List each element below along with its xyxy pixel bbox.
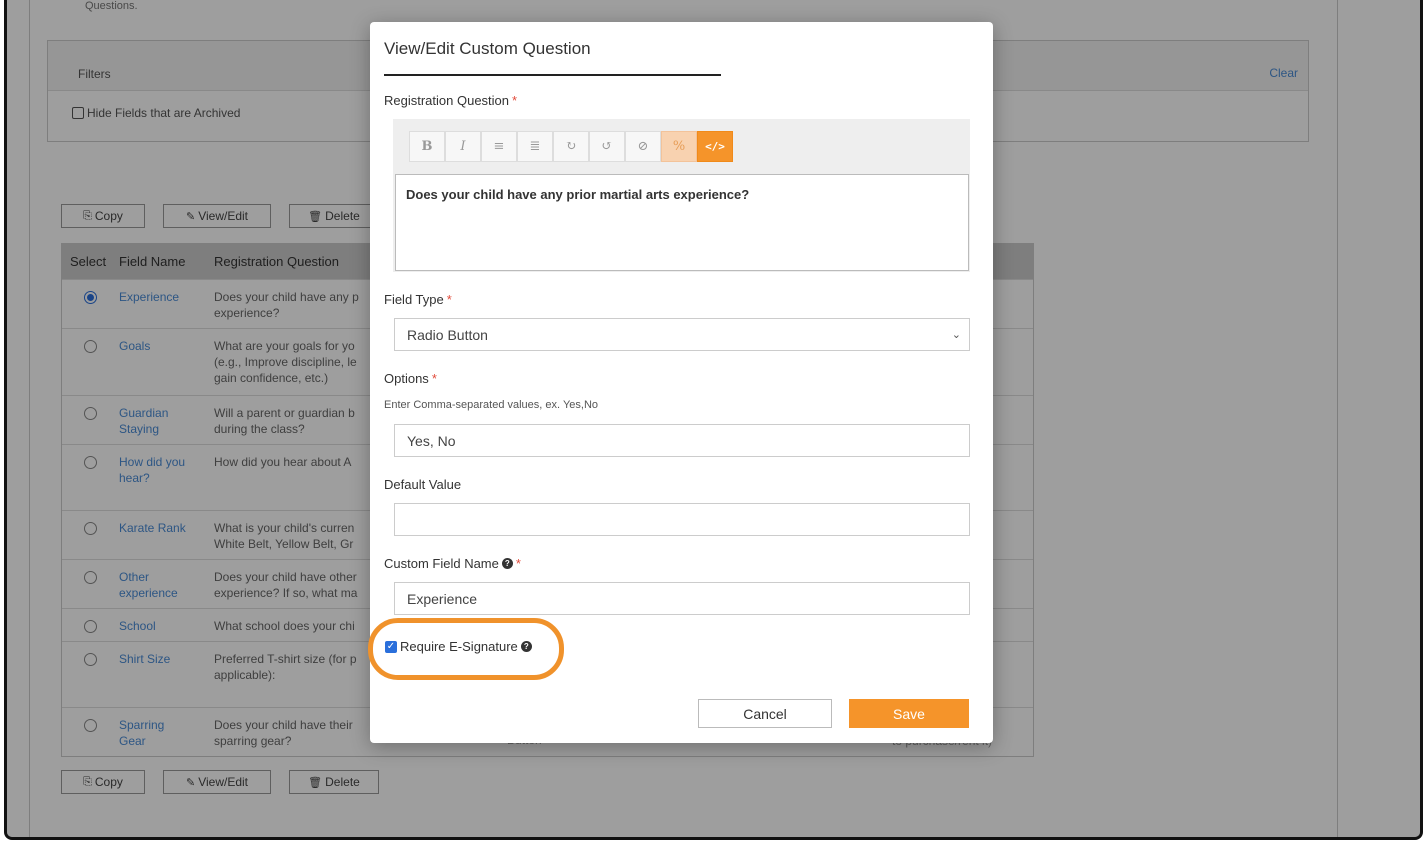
rich-text-editor: B I ≡ ≣ ↻ ↺ ⊘ % </> Does your child have…: [393, 119, 970, 272]
options-input[interactable]: Yes, No: [394, 424, 970, 457]
default-value-label: Default Value: [384, 477, 461, 492]
options-hint: Enter Comma-separated values, ex. Yes,No: [384, 399, 599, 411]
title-underline: [384, 74, 721, 76]
chevron-down-icon: ⌄: [951, 329, 961, 341]
require-esignature-label: Require E-Signature: [400, 639, 518, 654]
cancel-button[interactable]: Cancel: [698, 699, 832, 728]
label-text: Default Value: [384, 477, 462, 492]
custom-field-name-input[interactable]: Experience: [394, 582, 970, 615]
question-text: Does your child have any prior martial a…: [406, 187, 750, 202]
required-mark: *: [515, 556, 521, 571]
bold-button[interactable]: B: [409, 131, 445, 162]
require-esignature-checkbox[interactable]: ✓: [385, 640, 397, 653]
help-icon[interactable]: ?: [501, 558, 513, 569]
label-text: Options: [384, 371, 429, 386]
link-icon[interactable]: %: [661, 131, 697, 162]
field-type-value: Radio Button: [407, 326, 488, 343]
field-type-label: Field Type *: [384, 292, 452, 307]
label-text: Field Type: [384, 292, 444, 307]
code-view-icon[interactable]: </>: [697, 131, 733, 162]
redo-icon[interactable]: ↻: [553, 131, 589, 162]
question-text-area[interactable]: Does your child have any prior martial a…: [395, 174, 969, 271]
numbered-list-icon[interactable]: ≣: [517, 131, 553, 162]
options-label: Options *: [384, 371, 437, 386]
custom-field-name-label: Custom Field Name ? *: [384, 556, 521, 571]
editor-toolbar: B I ≡ ≣ ↻ ↺ ⊘ % </>: [409, 131, 733, 162]
field-type-select[interactable]: Radio Button ⌄: [394, 318, 970, 351]
options-value: Yes, No: [407, 432, 456, 449]
required-mark: *: [431, 371, 437, 386]
required-mark: *: [446, 292, 452, 307]
label-text: Custom Field Name: [384, 556, 499, 571]
default-value-input[interactable]: [394, 503, 970, 536]
custom-field-name-value: Experience: [407, 590, 478, 607]
label-text: Registration Question: [384, 93, 510, 108]
require-esignature-toggle[interactable]: ✓ Require E-Signature ?: [385, 639, 532, 654]
help-icon[interactable]: ?: [520, 641, 532, 652]
registration-question-label: Registration Question *: [384, 93, 517, 108]
edit-question-modal: View/Edit Custom Question Registration Q…: [368, 22, 993, 743]
modal-title: View/Edit Custom Question: [384, 39, 591, 58]
required-mark: *: [512, 93, 518, 108]
italic-button[interactable]: I: [445, 131, 481, 162]
undo-icon[interactable]: ↺: [589, 131, 625, 162]
clear-format-icon[interactable]: ⊘: [625, 131, 661, 162]
bullet-list-icon[interactable]: ≡: [481, 131, 517, 162]
save-button[interactable]: Save: [849, 699, 969, 728]
